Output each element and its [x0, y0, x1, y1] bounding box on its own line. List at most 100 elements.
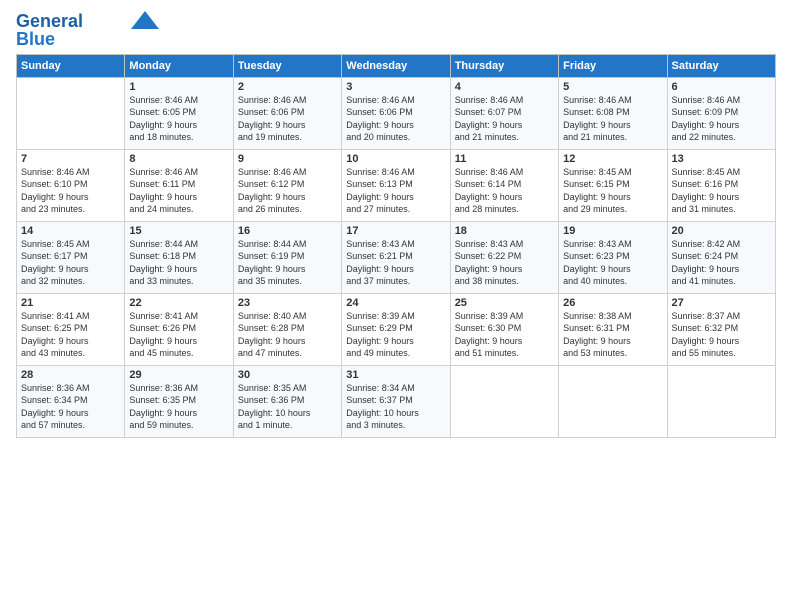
day-number: 20 [672, 225, 771, 237]
logo-general: General [16, 11, 83, 31]
calendar-cell: 26Sunrise: 8:38 AM Sunset: 6:31 PM Dayli… [559, 293, 667, 365]
day-number: 15 [129, 225, 228, 237]
calendar-cell: 13Sunrise: 8:45 AM Sunset: 6:16 PM Dayli… [667, 149, 775, 221]
day-info: Sunrise: 8:36 AM Sunset: 6:35 PM Dayligh… [129, 382, 228, 432]
day-header-saturday: Saturday [667, 54, 775, 77]
day-number: 10 [346, 153, 445, 165]
calendar-table: SundayMondayTuesdayWednesdayThursdayFrid… [16, 54, 776, 438]
day-number: 4 [455, 81, 554, 93]
header: General Blue [16, 12, 776, 50]
week-row-4: 21Sunrise: 8:41 AM Sunset: 6:25 PM Dayli… [17, 293, 776, 365]
calendar-cell: 10Sunrise: 8:46 AM Sunset: 6:13 PM Dayli… [342, 149, 450, 221]
calendar-cell: 4Sunrise: 8:46 AM Sunset: 6:07 PM Daylig… [450, 77, 558, 149]
calendar-cell: 27Sunrise: 8:37 AM Sunset: 6:32 PM Dayli… [667, 293, 775, 365]
calendar-cell: 19Sunrise: 8:43 AM Sunset: 6:23 PM Dayli… [559, 221, 667, 293]
calendar-cell [450, 365, 558, 437]
calendar-cell: 20Sunrise: 8:42 AM Sunset: 6:24 PM Dayli… [667, 221, 775, 293]
day-info: Sunrise: 8:39 AM Sunset: 6:29 PM Dayligh… [346, 310, 445, 360]
day-info: Sunrise: 8:35 AM Sunset: 6:36 PM Dayligh… [238, 382, 337, 432]
day-info: Sunrise: 8:46 AM Sunset: 6:07 PM Dayligh… [455, 94, 554, 144]
day-number: 28 [21, 369, 120, 381]
calendar-cell: 25Sunrise: 8:39 AM Sunset: 6:30 PM Dayli… [450, 293, 558, 365]
logo-blue: Blue [16, 30, 55, 50]
calendar-cell: 7Sunrise: 8:46 AM Sunset: 6:10 PM Daylig… [17, 149, 125, 221]
day-info: Sunrise: 8:46 AM Sunset: 6:12 PM Dayligh… [238, 166, 337, 216]
calendar-cell: 21Sunrise: 8:41 AM Sunset: 6:25 PM Dayli… [17, 293, 125, 365]
day-header-friday: Friday [559, 54, 667, 77]
day-number: 8 [129, 153, 228, 165]
calendar-cell [667, 365, 775, 437]
day-info: Sunrise: 8:46 AM Sunset: 6:06 PM Dayligh… [238, 94, 337, 144]
day-info: Sunrise: 8:45 AM Sunset: 6:17 PM Dayligh… [21, 238, 120, 288]
day-info: Sunrise: 8:34 AM Sunset: 6:37 PM Dayligh… [346, 382, 445, 432]
day-number: 19 [563, 225, 662, 237]
day-info: Sunrise: 8:46 AM Sunset: 6:08 PM Dayligh… [563, 94, 662, 144]
calendar-cell: 30Sunrise: 8:35 AM Sunset: 6:36 PM Dayli… [233, 365, 341, 437]
logo: General Blue [16, 12, 159, 50]
calendar-cell: 28Sunrise: 8:36 AM Sunset: 6:34 PM Dayli… [17, 365, 125, 437]
calendar-cell: 6Sunrise: 8:46 AM Sunset: 6:09 PM Daylig… [667, 77, 775, 149]
day-info: Sunrise: 8:45 AM Sunset: 6:16 PM Dayligh… [672, 166, 771, 216]
day-number: 17 [346, 225, 445, 237]
day-header-tuesday: Tuesday [233, 54, 341, 77]
calendar-cell: 1Sunrise: 8:46 AM Sunset: 6:05 PM Daylig… [125, 77, 233, 149]
day-info: Sunrise: 8:46 AM Sunset: 6:06 PM Dayligh… [346, 94, 445, 144]
day-number: 23 [238, 297, 337, 309]
day-info: Sunrise: 8:44 AM Sunset: 6:19 PM Dayligh… [238, 238, 337, 288]
day-number: 22 [129, 297, 228, 309]
day-number: 31 [346, 369, 445, 381]
day-info: Sunrise: 8:42 AM Sunset: 6:24 PM Dayligh… [672, 238, 771, 288]
calendar-cell: 31Sunrise: 8:34 AM Sunset: 6:37 PM Dayli… [342, 365, 450, 437]
day-header-sunday: Sunday [17, 54, 125, 77]
days-header-row: SundayMondayTuesdayWednesdayThursdayFrid… [17, 54, 776, 77]
day-number: 25 [455, 297, 554, 309]
day-info: Sunrise: 8:43 AM Sunset: 6:22 PM Dayligh… [455, 238, 554, 288]
week-row-3: 14Sunrise: 8:45 AM Sunset: 6:17 PM Dayli… [17, 221, 776, 293]
day-info: Sunrise: 8:39 AM Sunset: 6:30 PM Dayligh… [455, 310, 554, 360]
day-header-wednesday: Wednesday [342, 54, 450, 77]
day-number: 7 [21, 153, 120, 165]
day-number: 24 [346, 297, 445, 309]
day-header-thursday: Thursday [450, 54, 558, 77]
day-info: Sunrise: 8:46 AM Sunset: 6:13 PM Dayligh… [346, 166, 445, 216]
day-number: 14 [21, 225, 120, 237]
day-info: Sunrise: 8:37 AM Sunset: 6:32 PM Dayligh… [672, 310, 771, 360]
day-number: 12 [563, 153, 662, 165]
day-info: Sunrise: 8:46 AM Sunset: 6:14 PM Dayligh… [455, 166, 554, 216]
day-number: 16 [238, 225, 337, 237]
day-info: Sunrise: 8:46 AM Sunset: 6:05 PM Dayligh… [129, 94, 228, 144]
day-number: 18 [455, 225, 554, 237]
calendar-cell: 12Sunrise: 8:45 AM Sunset: 6:15 PM Dayli… [559, 149, 667, 221]
calendar-cell: 29Sunrise: 8:36 AM Sunset: 6:35 PM Dayli… [125, 365, 233, 437]
calendar-cell: 18Sunrise: 8:43 AM Sunset: 6:22 PM Dayli… [450, 221, 558, 293]
day-number: 21 [21, 297, 120, 309]
calendar-cell [559, 365, 667, 437]
calendar-cell: 8Sunrise: 8:46 AM Sunset: 6:11 PM Daylig… [125, 149, 233, 221]
day-info: Sunrise: 8:46 AM Sunset: 6:09 PM Dayligh… [672, 94, 771, 144]
week-row-2: 7Sunrise: 8:46 AM Sunset: 6:10 PM Daylig… [17, 149, 776, 221]
calendar-cell: 23Sunrise: 8:40 AM Sunset: 6:28 PM Dayli… [233, 293, 341, 365]
calendar-cell: 11Sunrise: 8:46 AM Sunset: 6:14 PM Dayli… [450, 149, 558, 221]
day-number: 5 [563, 81, 662, 93]
main-container: General Blue SundayMondayTuesdayWednesda… [0, 0, 792, 446]
day-info: Sunrise: 8:45 AM Sunset: 6:15 PM Dayligh… [563, 166, 662, 216]
calendar-body: 1Sunrise: 8:46 AM Sunset: 6:05 PM Daylig… [17, 77, 776, 437]
day-info: Sunrise: 8:46 AM Sunset: 6:11 PM Dayligh… [129, 166, 228, 216]
calendar-cell: 9Sunrise: 8:46 AM Sunset: 6:12 PM Daylig… [233, 149, 341, 221]
day-number: 3 [346, 81, 445, 93]
calendar-cell: 3Sunrise: 8:46 AM Sunset: 6:06 PM Daylig… [342, 77, 450, 149]
day-number: 27 [672, 297, 771, 309]
day-info: Sunrise: 8:40 AM Sunset: 6:28 PM Dayligh… [238, 310, 337, 360]
week-row-5: 28Sunrise: 8:36 AM Sunset: 6:34 PM Dayli… [17, 365, 776, 437]
day-number: 6 [672, 81, 771, 93]
calendar-cell: 22Sunrise: 8:41 AM Sunset: 6:26 PM Dayli… [125, 293, 233, 365]
day-number: 30 [238, 369, 337, 381]
day-info: Sunrise: 8:41 AM Sunset: 6:26 PM Dayligh… [129, 310, 228, 360]
day-number: 9 [238, 153, 337, 165]
day-number: 1 [129, 81, 228, 93]
calendar-cell: 5Sunrise: 8:46 AM Sunset: 6:08 PM Daylig… [559, 77, 667, 149]
day-info: Sunrise: 8:43 AM Sunset: 6:23 PM Dayligh… [563, 238, 662, 288]
calendar-cell: 17Sunrise: 8:43 AM Sunset: 6:21 PM Dayli… [342, 221, 450, 293]
day-info: Sunrise: 8:36 AM Sunset: 6:34 PM Dayligh… [21, 382, 120, 432]
calendar-cell: 16Sunrise: 8:44 AM Sunset: 6:19 PM Dayli… [233, 221, 341, 293]
